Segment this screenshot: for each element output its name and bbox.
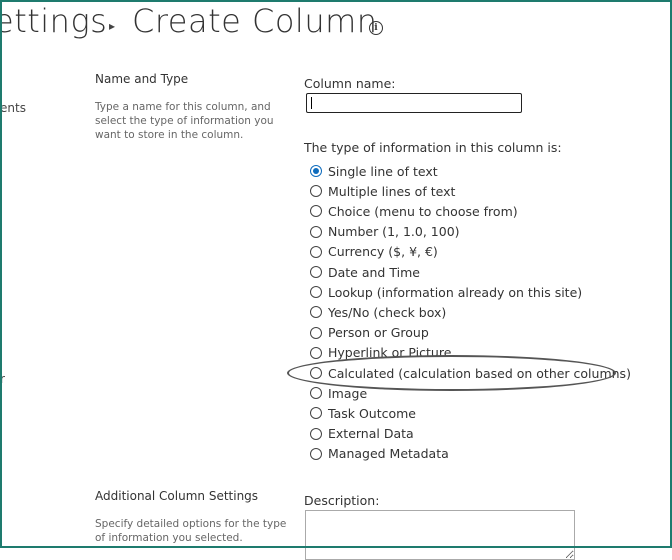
breadcrumb-separator-icon: ▸	[109, 19, 116, 33]
nav-item-fragment[interactable]: r	[0, 372, 5, 386]
radio-button[interactable]	[310, 165, 322, 177]
radio-button[interactable]	[310, 387, 322, 400]
column-name-input[interactable]	[306, 93, 522, 113]
column-name-label: Column name:	[304, 76, 396, 91]
breadcrumb-settings-link[interactable]: ettings	[0, 2, 107, 40]
radio-button[interactable]	[310, 266, 322, 278]
radio-button[interactable]	[310, 286, 322, 299]
info-icon[interactable]: i	[369, 21, 383, 35]
radio-button[interactable]	[310, 205, 322, 218]
highlight-annotation-ellipse	[287, 355, 616, 391]
radio-button[interactable]	[310, 225, 322, 238]
name-and-type-heading: Name and Type	[95, 72, 189, 86]
column-type-option-label: Person or Group	[328, 325, 429, 341]
radio-button[interactable]	[310, 245, 322, 258]
column-type-option-label: Currency ($, ¥, €)	[328, 244, 438, 260]
description-textarea[interactable]	[305, 510, 575, 560]
description-label: Description:	[304, 493, 380, 508]
radio-button[interactable]	[310, 185, 322, 198]
text-caret	[311, 97, 312, 109]
column-type-option-label: Single line of text	[328, 163, 438, 179]
radio-button[interactable]	[310, 407, 322, 420]
column-type-option[interactable]: Choice (menu to choose from)	[310, 201, 518, 221]
radio-button[interactable]	[310, 326, 322, 339]
additional-settings-description: Specify detailed options for the type of…	[95, 518, 287, 544]
column-type-option-label: Number (1, 1.0, 100)	[328, 224, 460, 240]
column-type-option[interactable]: Currency ($, ¥, €)	[310, 242, 438, 262]
column-type-option-label: Choice (menu to choose from)	[328, 203, 518, 219]
type-label: The type of information in this column i…	[304, 140, 562, 155]
column-type-option-label: Task Outcome	[328, 405, 417, 421]
column-type-option-label: Lookup (information already on this site…	[328, 284, 583, 300]
column-type-option-label: Yes/No (check box)	[328, 304, 447, 320]
column-type-option[interactable]: External Data	[310, 424, 414, 444]
column-type-option[interactable]: Task Outcome	[310, 403, 416, 423]
name-and-type-description: Type a name for this column, and select …	[95, 101, 274, 141]
column-type-option[interactable]: Single line of text	[310, 161, 438, 181]
column-type-option[interactable]: Number (1, 1.0, 100)	[310, 222, 460, 242]
additional-settings-heading: Additional Column Settings	[95, 489, 259, 503]
radio-button[interactable]	[310, 306, 322, 319]
radio-button[interactable]	[310, 447, 322, 460]
column-type-option-label: Multiple lines of text	[328, 183, 456, 199]
radio-button[interactable]	[310, 427, 322, 440]
radio-button[interactable]	[310, 346, 322, 359]
column-type-option[interactable]: Lookup (information already on this site…	[310, 282, 582, 302]
page-title: Create Column	[132, 2, 378, 40]
column-type-option-label: External Data	[328, 426, 414, 442]
column-type-option[interactable]: Date and Time	[310, 262, 420, 282]
nav-item-fragment[interactable]: ents	[0, 101, 26, 115]
column-type-option[interactable]: Yes/No (check box)	[310, 302, 446, 322]
column-type-option[interactable]: Person or Group	[310, 323, 429, 343]
column-type-option[interactable]: Multiple lines of text	[310, 181, 455, 201]
column-type-option[interactable]: Managed Metadata	[310, 444, 449, 464]
column-type-option-label: Managed Metadata	[328, 446, 449, 462]
column-type-option-label: Date and Time	[328, 264, 420, 280]
